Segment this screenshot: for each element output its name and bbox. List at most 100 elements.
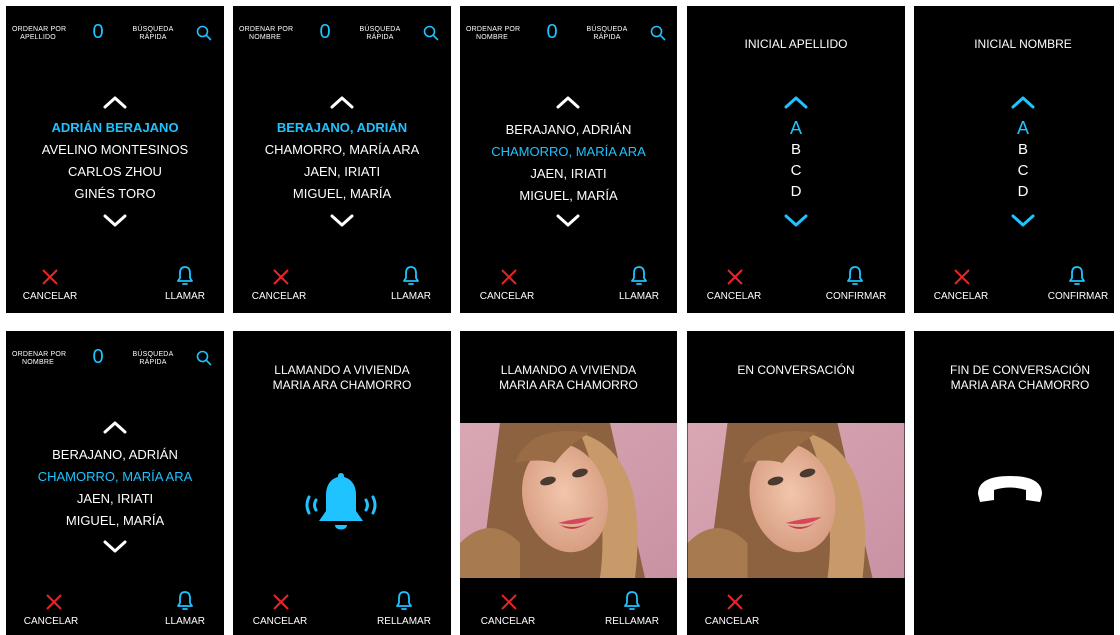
screen-title: EN CONVERSACIÓN: [737, 363, 855, 377]
list-item[interactable]: AVELINO MONTESINOS: [6, 139, 224, 161]
screen-calling-video: LLAMANDO A VIVIENDA MARIA ARA CHAMORRO C…: [460, 331, 677, 635]
hang-up-icon: [978, 476, 1042, 502]
call-button[interactable]: LLAMAR: [158, 616, 212, 627]
list-item[interactable]: BERAJANO, ADRIÁN: [460, 119, 677, 141]
cancel-icon[interactable]: [271, 267, 291, 287]
letter-item[interactable]: C: [687, 160, 905, 181]
letter-item[interactable]: D: [914, 181, 1114, 202]
list-item[interactable]: GINÉS TORO: [6, 183, 224, 205]
recall-button[interactable]: RELLAMAR: [373, 616, 435, 627]
search-icon[interactable]: [196, 350, 212, 366]
call-button[interactable]: LLAMAR: [158, 291, 212, 302]
cancel-icon[interactable]: [271, 592, 291, 612]
bell-icon[interactable]: [1067, 265, 1087, 287]
sort-by-name-button[interactable]: ORDENAR POR NOMBRE: [239, 26, 293, 42]
quick-search-label[interactable]: BÚSQUEDA RÁPIDA: [357, 26, 403, 42]
bell-icon[interactable]: [622, 590, 642, 612]
confirm-button[interactable]: CONFIRMAR: [817, 291, 895, 302]
search-icon[interactable]: [423, 25, 439, 41]
cancel-icon[interactable]: [44, 592, 64, 612]
scroll-down-icon[interactable]: [103, 214, 127, 228]
scroll-down-icon[interactable]: [556, 214, 580, 228]
letter-item[interactable]: B: [914, 139, 1114, 160]
search-icon[interactable]: [650, 25, 666, 41]
scroll-up-icon[interactable]: [784, 95, 808, 109]
quick-search-label[interactable]: BÚSQUEDA RÁPIDA: [130, 351, 176, 367]
screen-initial-name: INICIAL NOMBRE A B C D CANCELAR CONFIRMA…: [914, 6, 1114, 313]
scroll-down-icon[interactable]: [784, 214, 808, 228]
bell-icon[interactable]: [629, 265, 649, 287]
letter-item[interactable]: C: [914, 160, 1114, 181]
title-line: MARIA ARA CHAMORRO: [950, 378, 1090, 392]
list-item[interactable]: CARLOS ZHOU: [6, 161, 224, 183]
scroll-down-icon[interactable]: [330, 214, 354, 228]
cancel-button[interactable]: CANCELAR: [249, 291, 309, 302]
call-button[interactable]: LLAMAR: [383, 291, 439, 302]
search-icon[interactable]: [196, 25, 212, 41]
screen-title: FIN DE CONVERSACIÓN MARIA ARA CHAMORRO: [914, 363, 1114, 393]
recall-button[interactable]: RELLAMAR: [600, 616, 664, 627]
screen-title: LLAMANDO A VIVIENDA MARIA ARA CHAMORRO: [460, 363, 677, 393]
list-item[interactable]: JAEN, IRIATI: [233, 161, 451, 183]
bell-icon[interactable]: [394, 590, 414, 612]
scroll-down-icon[interactable]: [1011, 214, 1035, 228]
bell-icon[interactable]: [845, 265, 865, 287]
scroll-up-icon[interactable]: [103, 420, 127, 434]
screen-title: INICIAL NOMBRE: [974, 37, 1072, 51]
cancel-icon[interactable]: [725, 267, 745, 287]
cancel-icon[interactable]: [952, 267, 972, 287]
contact-list: ADRIÁN BERAJANO AVELINO MONTESINOS CARLO…: [6, 117, 224, 205]
scroll-up-icon[interactable]: [330, 95, 354, 109]
cancel-icon[interactable]: [40, 267, 60, 287]
title-line: LLAMANDO A VIVIENDA: [274, 363, 410, 377]
scroll-up-icon[interactable]: [1011, 95, 1035, 109]
cancel-button[interactable]: CANCELAR: [476, 291, 538, 302]
sort-by-name-button[interactable]: ORDENAR POR NOMBRE: [12, 351, 66, 367]
video-feed-image: [687, 423, 905, 578]
screen-list-selected-2: ORDENAR POR NOMBRE 0 BÚSQUEDA RÁPIDA BER…: [6, 331, 224, 635]
cancel-icon[interactable]: [499, 267, 519, 287]
contact-list: BERAJANO, ADRIÁN CHAMORRO, MARÍA ARA JAE…: [460, 119, 677, 207]
quick-search-label[interactable]: BÚSQUEDA RÁPIDA: [584, 26, 630, 42]
bell-icon[interactable]: [175, 590, 195, 612]
sort-by-surname-button[interactable]: ORDENAR POR APELLIDO: [12, 26, 66, 42]
screen-list-by-name: ORDENAR POR NOMBRE 0 BÚSQUEDA RÁPIDA BER…: [233, 6, 451, 313]
list-item[interactable]: MIGUEL, MARÍA: [6, 510, 224, 532]
cancel-button[interactable]: CANCELAR: [703, 291, 765, 302]
screen-initial-surname: INICIAL APELLIDO A B C D CANCELAR CONFIR…: [687, 6, 905, 313]
sort-by-name-button[interactable]: ORDENAR POR NOMBRE: [466, 26, 520, 42]
call-button[interactable]: LLAMAR: [611, 291, 667, 302]
list-item-selected[interactable]: CHAMORRO, MARÍA ARA: [6, 466, 224, 488]
letter-item[interactable]: B: [687, 139, 905, 160]
bell-icon[interactable]: [401, 265, 421, 287]
cancel-button[interactable]: CANCELAR: [477, 616, 539, 627]
cancel-button[interactable]: CANCELAR: [20, 291, 80, 302]
cancel-button[interactable]: CANCELAR: [249, 616, 311, 627]
letter-item-selected[interactable]: A: [914, 118, 1114, 139]
list-item[interactable]: ADRIÁN BERAJANO: [6, 117, 224, 139]
list-item[interactable]: MIGUEL, MARÍA: [460, 185, 677, 207]
cancel-button[interactable]: CANCELAR: [701, 616, 763, 627]
list-item[interactable]: JAEN, IRIATI: [6, 488, 224, 510]
list-item[interactable]: CHAMORRO, MARÍA ARA: [233, 139, 451, 161]
list-item-selected[interactable]: CHAMORRO, MARÍA ARA: [460, 141, 677, 163]
contact-list: BERAJANO, ADRIÁN CHAMORRO, MARÍA ARA JAE…: [6, 444, 224, 532]
list-item[interactable]: BERAJANO, ADRIÁN: [233, 117, 451, 139]
list-item[interactable]: BERAJANO, ADRIÁN: [6, 444, 224, 466]
bell-icon[interactable]: [175, 265, 195, 287]
cancel-icon[interactable]: [725, 592, 745, 612]
letter-item-selected[interactable]: A: [687, 118, 905, 139]
scroll-up-icon[interactable]: [103, 95, 127, 109]
quick-search-label[interactable]: BÚSQUEDA RÁPIDA: [130, 26, 176, 42]
list-item[interactable]: JAEN, IRIATI: [460, 163, 677, 185]
confirm-button[interactable]: CONFIRMAR: [1042, 291, 1114, 302]
cancel-button[interactable]: CANCELAR: [20, 616, 82, 627]
counter-display: 0: [546, 21, 558, 43]
scroll-up-icon[interactable]: [556, 95, 580, 109]
list-item[interactable]: MIGUEL, MARÍA: [233, 183, 451, 205]
letter-item[interactable]: D: [687, 181, 905, 202]
screen-title: LLAMANDO A VIVIENDA MARIA ARA CHAMORRO: [233, 363, 451, 393]
scroll-down-icon[interactable]: [103, 540, 127, 554]
cancel-button[interactable]: CANCELAR: [930, 291, 992, 302]
cancel-icon[interactable]: [499, 592, 519, 612]
